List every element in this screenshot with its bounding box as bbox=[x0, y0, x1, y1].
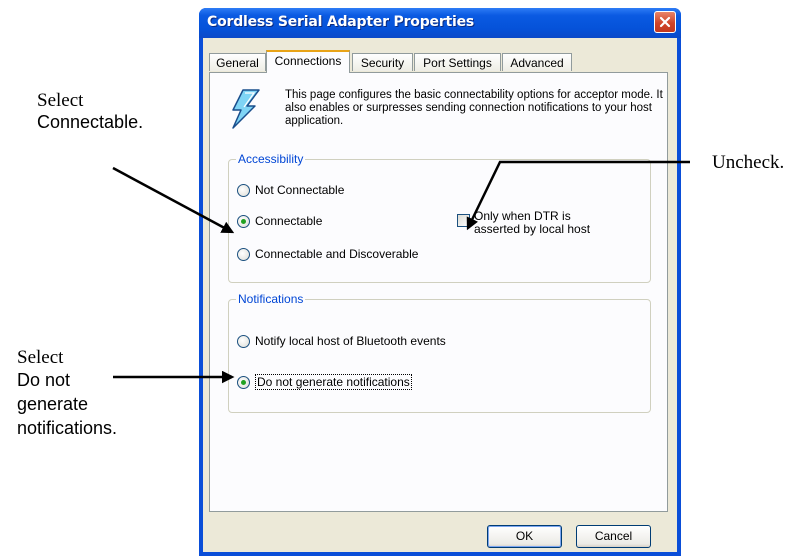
annotation-uncheck: Uncheck. bbox=[712, 152, 785, 173]
tab-general[interactable]: General bbox=[209, 53, 266, 71]
annotation-connectable: Connectable. bbox=[37, 112, 144, 132]
notifications-group: Notifications Notify local host of Bluet… bbox=[228, 292, 651, 413]
description-text: This page configures the basic connectab… bbox=[285, 89, 663, 127]
radio-button-selected[interactable] bbox=[237, 214, 250, 228]
tab-connections[interactable]: Connections bbox=[266, 50, 350, 73]
accessibility-legend: Accessibility bbox=[236, 152, 306, 166]
accessibility-group: Accessibility Not Connectable Connectabl… bbox=[228, 152, 651, 283]
annotation-do-not: Do not bbox=[17, 370, 71, 390]
radio-button[interactable] bbox=[237, 247, 250, 261]
dtr-checkbox-label: Only when DTR is asserted by local host bbox=[474, 210, 590, 236]
annotation-select-2: Select bbox=[17, 347, 64, 368]
ok-button[interactable]: OK bbox=[487, 525, 562, 548]
dtr-label-line2: asserted by local host bbox=[474, 222, 591, 236]
cancel-button[interactable]: Cancel bbox=[576, 525, 651, 548]
dtr-checkbox[interactable] bbox=[457, 214, 470, 227]
tab-security[interactable]: Security bbox=[352, 53, 413, 71]
radio-label: Not Connectable bbox=[255, 183, 345, 197]
window-title: Cordless Serial Adapter Properties bbox=[207, 14, 475, 30]
dtr-checkbox-row[interactable]: Only when DTR is asserted by local host bbox=[457, 210, 590, 236]
radio-do-not-generate[interactable]: Do not generate notifications bbox=[237, 374, 412, 390]
annotation-select-1: Select bbox=[37, 90, 84, 111]
tab-port-settings[interactable]: Port Settings bbox=[414, 53, 501, 71]
radio-button[interactable] bbox=[237, 334, 250, 348]
annotation-generate: generate bbox=[17, 394, 89, 414]
radio-label: Do not generate notifications bbox=[255, 374, 412, 390]
radio-button[interactable] bbox=[237, 183, 250, 197]
title-bar[interactable]: Cordless Serial Adapter Properties bbox=[199, 8, 681, 38]
radio-label: Connectable bbox=[255, 214, 323, 228]
tab-advanced[interactable]: Advanced bbox=[502, 53, 572, 71]
notifications-legend: Notifications bbox=[236, 292, 306, 306]
close-icon bbox=[659, 16, 671, 28]
radio-label: Notify local host of Bluetooth events bbox=[255, 334, 446, 348]
radio-button-selected[interactable] bbox=[237, 375, 250, 389]
lightning-icon bbox=[232, 89, 260, 129]
radio-connectable-discoverable[interactable]: Connectable and Discoverable bbox=[237, 247, 418, 261]
properties-window: Cordless Serial Adapter Properties Gener… bbox=[199, 8, 681, 556]
dtr-label-line1: Only when DTR is bbox=[474, 209, 571, 223]
radio-connectable[interactable]: Connectable bbox=[237, 214, 322, 228]
close-button[interactable] bbox=[654, 11, 676, 33]
dialog-client-area: General Connections Security Port Settin… bbox=[203, 38, 677, 552]
radio-not-connectable[interactable]: Not Connectable bbox=[237, 183, 344, 197]
radio-label: Connectable and Discoverable bbox=[255, 247, 419, 261]
annotation-notifications: notifications. bbox=[17, 418, 118, 438]
radio-notify-local-host[interactable]: Notify local host of Bluetooth events bbox=[237, 334, 446, 348]
connections-panel: This page configures the basic connectab… bbox=[209, 72, 668, 512]
